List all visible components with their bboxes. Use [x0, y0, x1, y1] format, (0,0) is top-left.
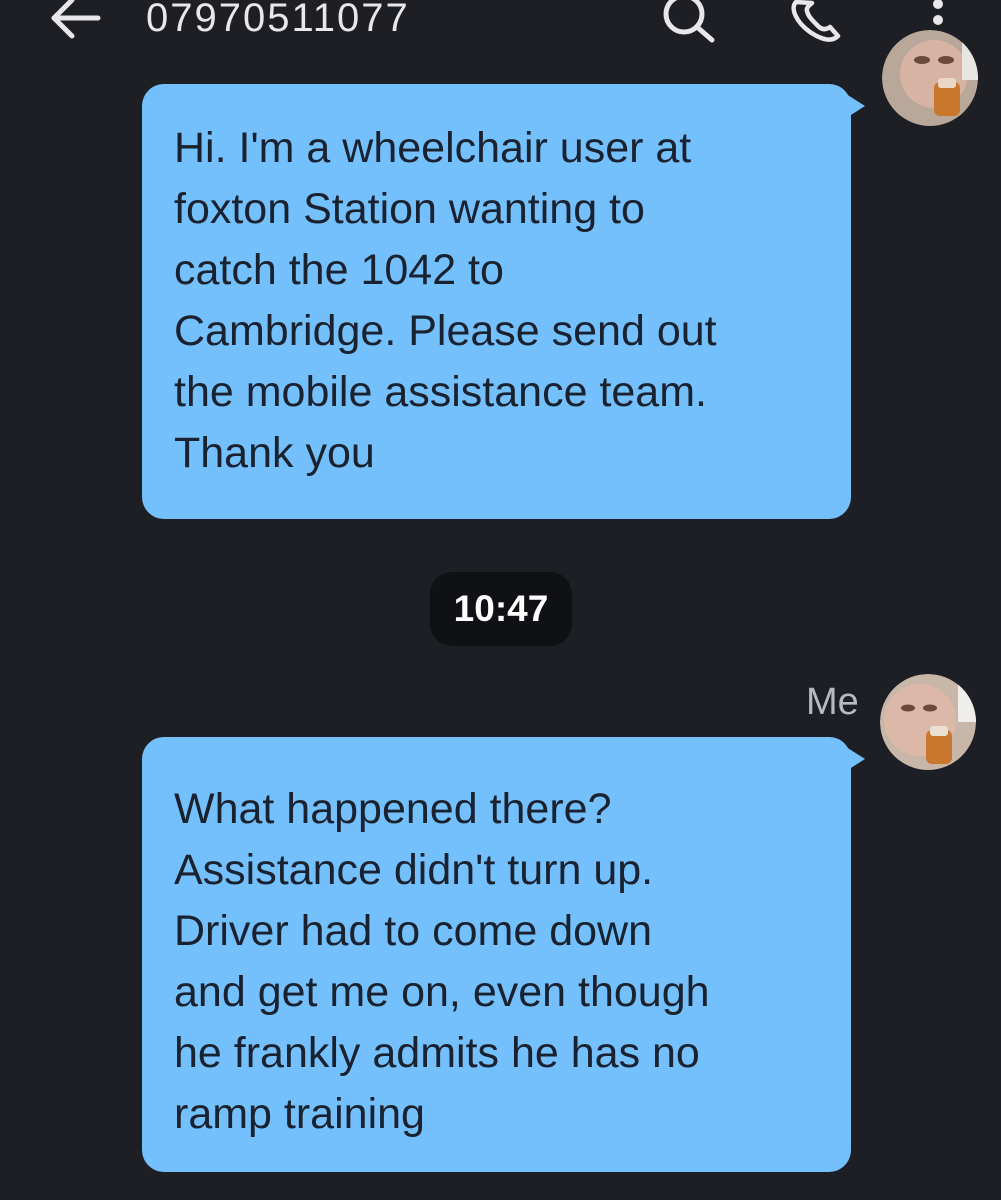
phone-icon — [791, 0, 841, 42]
message-text-line: Thank you — [174, 429, 375, 477]
message-text-line: What happened there? — [174, 785, 612, 833]
message-text-line: he frankly admits he has no — [174, 1029, 700, 1077]
back-button[interactable] — [48, 0, 104, 40]
arrow-left-icon — [51, 0, 101, 39]
message-text-line: Driver had to come down — [174, 907, 652, 955]
contact-number[interactable]: 07970511077 — [146, 0, 410, 40]
search-button[interactable] — [660, 0, 720, 44]
message-text-line: Assistance didn't turn up. — [174, 846, 654, 894]
call-button[interactable] — [788, 0, 844, 44]
profile-photo-icon — [882, 30, 978, 126]
app-bar: 07970511077 — [0, 0, 1001, 48]
bubble-tail — [843, 745, 865, 773]
search-icon — [663, 0, 715, 43]
message-text-line: and get me on, even though — [174, 968, 710, 1016]
avatar[interactable] — [880, 674, 976, 770]
message-bubble[interactable]: What happened there? Assistance didn't t… — [142, 737, 865, 1172]
avatar[interactable] — [882, 30, 978, 126]
message-text-line: Hi. I'm a wheelchair user at — [174, 124, 692, 172]
message-text-line: catch the 1042 to — [174, 246, 504, 294]
message-text-line: ramp training — [174, 1090, 425, 1138]
profile-photo-icon — [880, 674, 976, 770]
message-text-line: Cambridge. Please send out — [174, 307, 717, 355]
message-text-line: foxton Station wanting to — [174, 185, 645, 233]
timestamp-divider: 10:47 — [430, 572, 572, 646]
message-text-line: the mobile assistance team. — [174, 368, 707, 416]
message-bubble[interactable]: Hi. I'm a wheelchair user at foxton Stat… — [142, 84, 865, 519]
sender-label: Me — [806, 681, 859, 723]
bubble-tail — [843, 92, 865, 120]
